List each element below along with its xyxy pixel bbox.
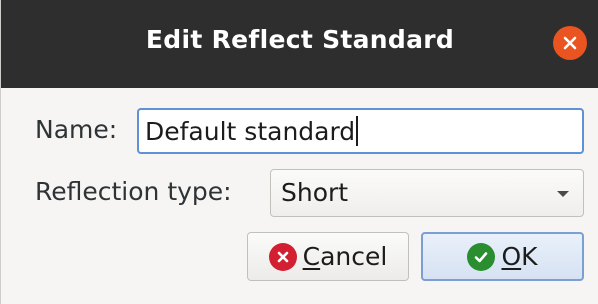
name-input-value: Default standard (145, 117, 356, 146)
ok-button[interactable]: OK (421, 232, 584, 281)
reflection-type-select[interactable]: Short (270, 169, 584, 217)
titlebar[interactable]: Edit Reflect Standard (1, 0, 598, 88)
cancel-icon (268, 242, 297, 271)
edit-reflect-standard-dialog: Edit Reflect Standard Name: Default stan… (0, 0, 598, 304)
cancel-button[interactable]: Cancel (247, 232, 409, 281)
cancel-label-rest: ancel (320, 242, 388, 271)
name-input[interactable]: Default standard (137, 108, 584, 154)
dialog-title: Edit Reflect Standard (145, 25, 455, 54)
close-icon (563, 36, 577, 50)
ok-label-rest: K (521, 242, 538, 271)
text-cursor (356, 116, 359, 146)
ok-mnemonic: O (501, 242, 522, 271)
checkmark-icon (467, 242, 496, 271)
ok-label: OK (501, 242, 537, 271)
close-button[interactable] (553, 26, 587, 60)
chevron-down-icon (557, 191, 569, 197)
cancel-label: Cancel (303, 242, 388, 271)
reflection-type-value: Short (281, 178, 349, 207)
reflection-type-label: Reflection type: (35, 177, 232, 206)
name-label: Name: (35, 115, 118, 144)
cancel-mnemonic: C (302, 242, 321, 271)
